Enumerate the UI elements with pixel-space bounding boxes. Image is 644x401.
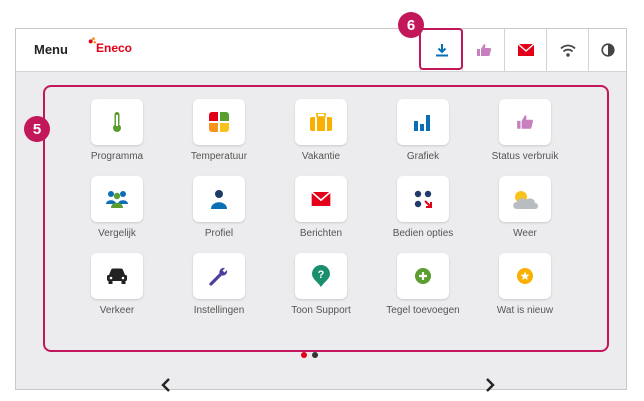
tile-instellingen[interactable]: Instellingen	[169, 253, 269, 316]
wifi-icon	[559, 44, 576, 57]
tile-icon-box	[397, 176, 449, 222]
thermometer-icon	[113, 112, 121, 132]
control-options-icon	[414, 190, 432, 208]
weather-icon	[513, 191, 538, 209]
next-page-button[interactable]	[480, 375, 500, 395]
tile-icon-box: ?	[295, 253, 347, 299]
tile-icon-box	[193, 253, 245, 299]
tile-wat-is-nieuw[interactable]: Wat is nieuw	[475, 253, 575, 316]
tile-label: Bedien opties	[392, 228, 454, 239]
tile-vergelijk[interactable]: Vergelijk	[67, 176, 167, 239]
tile-weer[interactable]: Weer	[475, 176, 575, 239]
annotation-badge-5: 5	[24, 116, 50, 142]
tile-berichten[interactable]: Berichten	[271, 176, 371, 239]
tile-icon-box	[499, 253, 551, 299]
tile-label: Programma	[90, 151, 144, 162]
tile-programma[interactable]: Programma	[67, 99, 167, 162]
tile-temperatuur[interactable]: Temperatuur	[169, 99, 269, 162]
people-group-icon	[106, 191, 128, 208]
star-icon	[517, 268, 533, 284]
tile-grafiek[interactable]: Grafiek	[373, 99, 473, 162]
tile-label: Weer	[513, 228, 537, 239]
tile-label: Berichten	[299, 228, 343, 239]
wrench-icon	[209, 267, 228, 286]
tile-label: Instellingen	[193, 305, 245, 316]
thumbs-up-icon	[476, 44, 491, 56]
tile-icon-box	[91, 176, 143, 222]
page-dot[interactable]	[312, 352, 318, 358]
tile-label: Status verbruik	[491, 151, 559, 162]
person-icon	[211, 190, 227, 209]
previous-page-button[interactable]	[156, 375, 176, 395]
tile-icon-box	[499, 176, 551, 222]
envelope-icon	[311, 192, 331, 206]
add-tile-icon	[415, 268, 431, 284]
thumbs-up-icon	[517, 115, 533, 129]
tile-label: Vakantie	[301, 151, 341, 162]
contrast-button[interactable]	[588, 29, 626, 71]
tile-toon-support[interactable]: ? Toon Support	[271, 253, 371, 316]
tile-label: Verkeer	[99, 305, 135, 316]
contrast-icon	[600, 43, 615, 57]
tile-bedien-opties[interactable]: Bedien opties	[373, 176, 473, 239]
page-dot-active[interactable]	[301, 352, 307, 358]
car-icon	[107, 268, 127, 284]
tile-verkeer[interactable]: Verkeer	[67, 253, 167, 316]
tile-icon-box	[91, 99, 143, 145]
annotation-badge-6: 6	[398, 12, 424, 38]
envelope-icon	[517, 44, 534, 56]
menu-button[interactable]: Menu	[34, 42, 68, 57]
download-highlight	[419, 28, 463, 70]
chevron-left-icon	[161, 378, 170, 392]
messages-button[interactable]	[504, 29, 546, 71]
tile-profiel[interactable]: Profiel	[169, 176, 269, 239]
tile-label: Vergelijk	[98, 228, 136, 239]
pagination-dots	[301, 352, 318, 358]
tile-icon-box	[499, 99, 551, 145]
tile-label: Toon Support	[291, 305, 351, 316]
support-icon: ?	[312, 265, 330, 287]
tile-label: Tegel toevoegen	[386, 305, 460, 316]
suitcase-icon	[310, 113, 332, 131]
tile-icon-box	[397, 99, 449, 145]
tile-tegel-toevoegen[interactable]: Tegel toevoegen	[373, 253, 473, 316]
tile-status-verbruik[interactable]: Status verbruik	[475, 99, 575, 162]
top-bar: Menu Eneco	[16, 29, 626, 72]
svg-text:?: ?	[318, 269, 325, 281]
tile-label: Grafiek	[406, 151, 440, 162]
tile-icon-box	[295, 176, 347, 222]
tile-label: Wat is nieuw	[496, 305, 554, 316]
temperature-grid-icon	[209, 112, 229, 132]
bar-chart-icon	[414, 115, 430, 131]
tile-icon-box	[91, 253, 143, 299]
tile-label: Profiel	[204, 228, 234, 239]
tile-label: Temperatuur	[190, 151, 248, 162]
tile-icon-box	[397, 253, 449, 299]
status-button[interactable]	[462, 29, 504, 71]
tile-icon-box	[193, 99, 245, 145]
tile-icon-box	[193, 176, 245, 222]
tile-vakantie[interactable]: Vakantie	[271, 99, 371, 162]
tile-icon-box	[295, 99, 347, 145]
chevron-right-icon	[486, 378, 495, 392]
wifi-button[interactable]	[546, 29, 588, 71]
brand-name: Eneco	[96, 41, 133, 55]
